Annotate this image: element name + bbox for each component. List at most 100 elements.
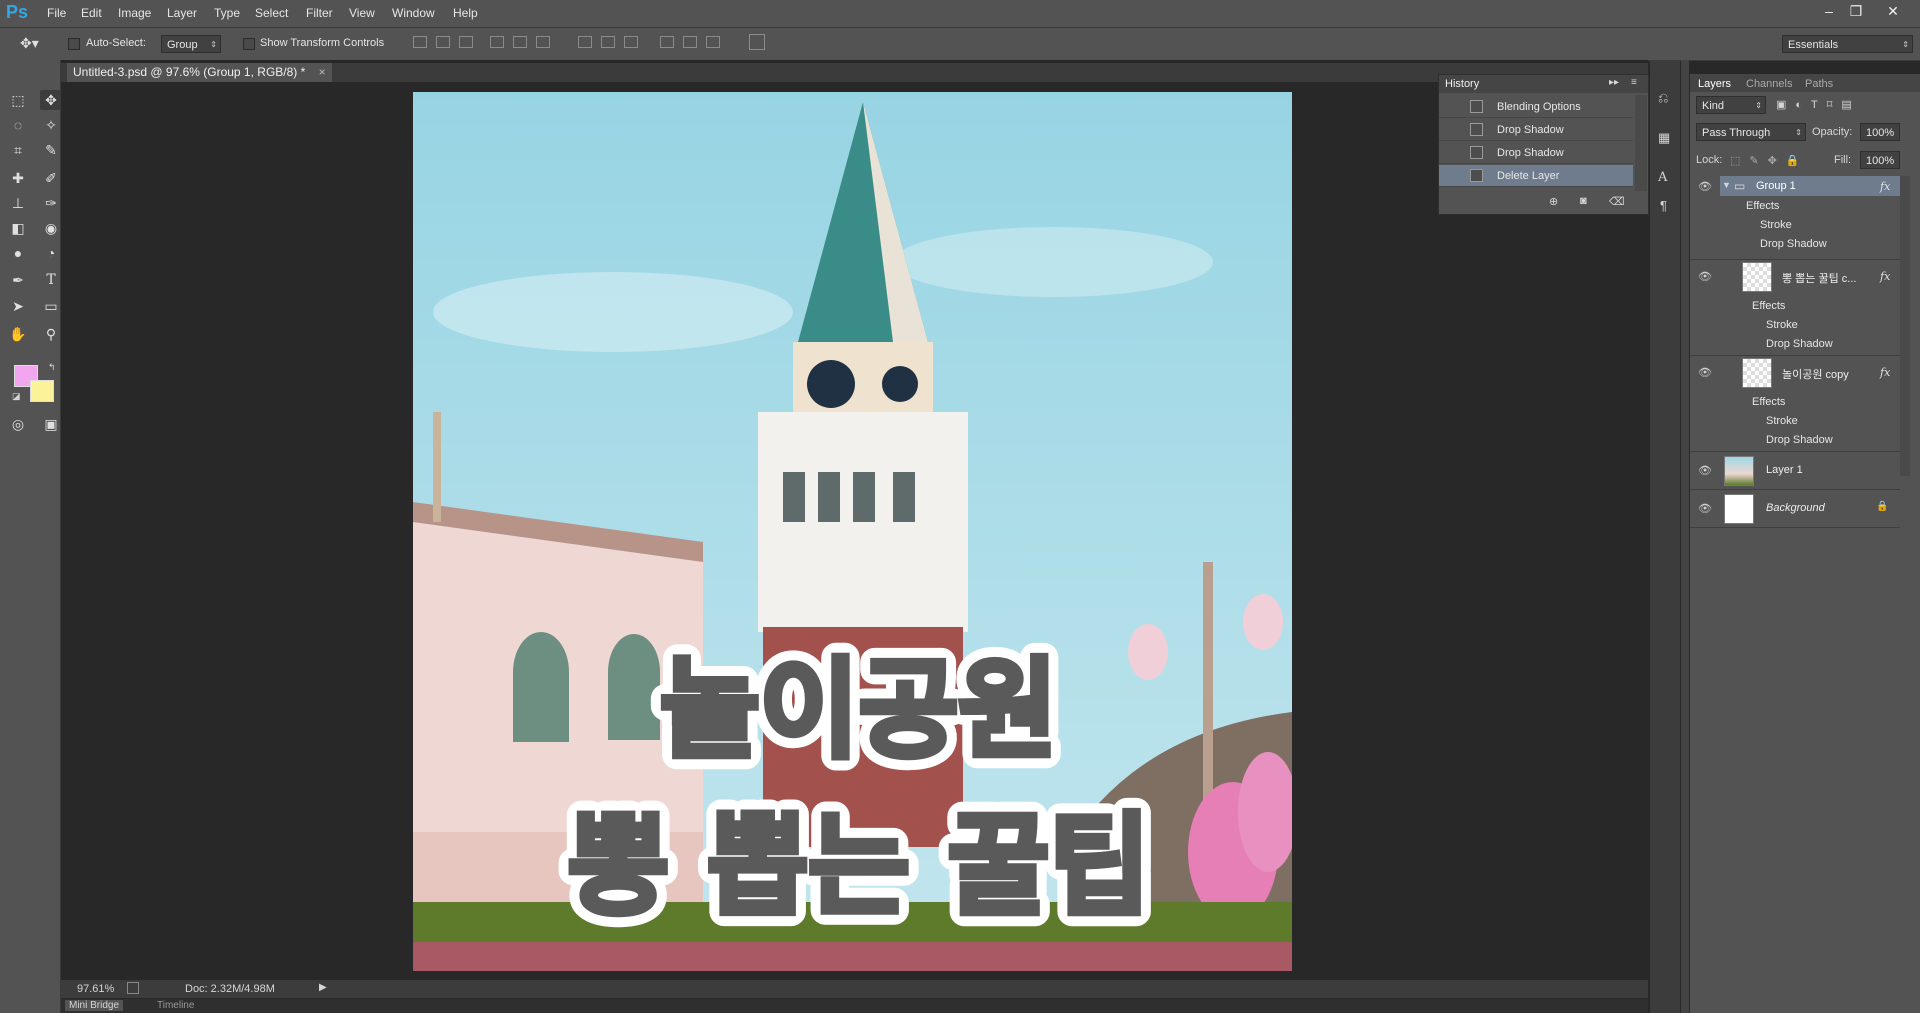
layer-name[interactable]: Layer 1: [1766, 464, 1803, 476]
paragraph-panel-icon[interactable]: ¶: [1660, 198, 1667, 213]
trash-icon[interactable]: ⌫: [1609, 195, 1625, 208]
marquee-icon[interactable]: ⬚: [7, 90, 29, 110]
effect-stroke[interactable]: Stroke: [1766, 319, 1798, 331]
hand-icon[interactable]: ✋: [7, 324, 29, 344]
pen-icon[interactable]: ✒: [7, 270, 29, 290]
opacity-input[interactable]: 100%: [1860, 123, 1900, 141]
menu-layer[interactable]: Layer: [167, 6, 197, 20]
layer-name[interactable]: 뽕 뽑는 꿀팁 c...: [1782, 270, 1856, 286]
restore-button[interactable]: ❐: [1843, 2, 1869, 20]
blur-icon[interactable]: ●: [7, 243, 29, 263]
layer-background[interactable]: 👁 Background 🔒: [1690, 490, 1900, 528]
history-item[interactable]: Blending Options: [1439, 96, 1633, 118]
history-panel-icon[interactable]: ⎌: [1658, 90, 1668, 106]
snapshot-icon[interactable]: ◙: [1580, 195, 1587, 207]
history-item[interactable]: Drop Shadow: [1439, 142, 1633, 164]
menu-view[interactable]: View: [349, 6, 375, 20]
path-select-icon[interactable]: ➤: [7, 296, 29, 316]
layer-image[interactable]: 👁 Layer 1: [1690, 452, 1900, 490]
menu-edit[interactable]: Edit: [81, 6, 102, 20]
fx-icon[interactable]: fx: [1880, 270, 1890, 283]
distribute-vcenter-icon[interactable]: [601, 36, 615, 48]
panel-menu-icon[interactable]: ≡: [1631, 77, 1637, 88]
effect-stroke[interactable]: Stroke: [1760, 219, 1792, 231]
lasso-icon[interactable]: ◌: [7, 115, 29, 135]
layer-name[interactable]: 놀이공원 copy: [1782, 366, 1849, 382]
properties-panel-icon[interactable]: ▦: [1658, 130, 1670, 146]
fill-input[interactable]: 100%: [1860, 151, 1900, 169]
history-item[interactable]: Delete Layer: [1439, 165, 1633, 187]
tab-timeline[interactable]: Timeline: [157, 1000, 194, 1011]
document-tab[interactable]: Untitled-3.psd @ 97.6% (Group 1, RGB/8) …: [67, 63, 332, 82]
blend-mode-dropdown[interactable]: Pass Through ⇕: [1696, 123, 1806, 141]
align-top-icon[interactable]: [413, 36, 427, 48]
layer-name[interactable]: Group 1: [1756, 180, 1796, 192]
align-vcenter-icon[interactable]: [436, 36, 450, 48]
type-icon[interactable]: T: [40, 270, 62, 290]
effect-drop-shadow[interactable]: Drop Shadow: [1766, 434, 1833, 446]
history-scrollbar[interactable]: [1635, 95, 1647, 191]
menu-window[interactable]: Window: [392, 6, 435, 20]
layer-text-park[interactable]: 👁 놀이공원 copy fx Effects Stroke Drop Shado…: [1690, 356, 1900, 452]
eye-icon[interactable]: 👁: [1698, 464, 1712, 477]
distribute-top-icon[interactable]: [578, 36, 592, 48]
swap-colors-icon[interactable]: ↰: [48, 362, 56, 373]
collapse-panel-icon[interactable]: ▸▸: [1609, 77, 1619, 88]
distribute-bottom-icon[interactable]: [624, 36, 638, 48]
menu-select[interactable]: Select: [255, 6, 288, 20]
lock-icon[interactable]: ⬚✎✥🔒: [1730, 154, 1809, 167]
zoom-icon[interactable]: ⚲: [40, 324, 62, 344]
quick-mask-icon[interactable]: ◎: [7, 414, 29, 434]
close-document-icon[interactable]: ×: [319, 65, 326, 79]
zoom-level[interactable]: 97.61%: [77, 983, 114, 995]
menu-help[interactable]: Help: [453, 6, 478, 20]
paint-bucket-icon[interactable]: ◉: [40, 218, 62, 238]
auto-select-checkbox[interactable]: [68, 38, 80, 51]
tab-channels[interactable]: Channels: [1746, 78, 1792, 90]
expand-arrow-icon[interactable]: ▼: [1722, 180, 1731, 190]
tab-layers[interactable]: Layers: [1698, 78, 1731, 90]
fx-icon[interactable]: fx: [1880, 180, 1890, 193]
eye-icon[interactable]: 👁: [1698, 180, 1712, 193]
move-tool-preset-icon[interactable]: ✥▾: [20, 35, 39, 52]
show-transform-checkbox[interactable]: [243, 38, 255, 51]
distribute-hcenter-icon[interactable]: [683, 36, 697, 48]
tab-mini-bridge[interactable]: Mini Bridge: [65, 1000, 124, 1011]
menu-image[interactable]: Image: [118, 6, 151, 20]
clone-stamp-icon[interactable]: ⊥: [7, 193, 29, 213]
fx-icon[interactable]: fx: [1880, 366, 1890, 379]
rectangle-icon[interactable]: ▭: [40, 296, 62, 316]
history-item[interactable]: Drop Shadow: [1439, 119, 1633, 141]
effect-drop-shadow[interactable]: Drop Shadow: [1760, 238, 1827, 250]
align-right-icon[interactable]: [536, 36, 550, 48]
default-colors-icon[interactable]: ◪: [12, 391, 21, 402]
healing-brush-icon[interactable]: ✚: [7, 168, 29, 188]
auto-select-dropdown[interactable]: Group ⇕: [161, 35, 221, 53]
dodge-icon[interactable]: ◔: [40, 243, 62, 263]
menu-type[interactable]: Type: [214, 6, 240, 20]
background-color-swatch[interactable]: [30, 380, 54, 402]
tab-paths[interactable]: Paths: [1805, 78, 1833, 90]
menu-filter[interactable]: Filter: [306, 6, 333, 20]
screen-mode-icon[interactable]: ▣: [40, 414, 62, 434]
align-left-icon[interactable]: [490, 36, 504, 48]
menu-file[interactable]: File: [47, 6, 66, 20]
canvas[interactable]: 놀이공원 놀이공원 뽕 뽑는 꿀팁 뽕 뽑는 꿀팁: [413, 92, 1292, 971]
minimize-button[interactable]: –: [1816, 2, 1842, 20]
history-title[interactable]: History: [1445, 78, 1479, 90]
align-bottom-icon[interactable]: [459, 36, 473, 48]
history-brush-icon[interactable]: ✑: [40, 193, 62, 213]
eye-icon[interactable]: 👁: [1698, 366, 1712, 379]
status-info-icon[interactable]: [127, 982, 139, 994]
auto-align-icon[interactable]: [749, 34, 765, 50]
move-tool-icon[interactable]: ✥: [40, 90, 62, 110]
effect-stroke[interactable]: Stroke: [1766, 415, 1798, 427]
crop-icon[interactable]: ⌗: [7, 140, 29, 160]
layers-scrollbar[interactable]: [1900, 176, 1910, 476]
effect-drop-shadow[interactable]: Drop Shadow: [1766, 338, 1833, 350]
layer-text-tip[interactable]: 👁 뽕 뽑는 꿀팁 c... fx Effects Stroke Drop Sh…: [1690, 260, 1900, 356]
filter-icons[interactable]: ▣◐T⌑▤: [1776, 98, 1861, 111]
eye-icon[interactable]: 👁: [1698, 270, 1712, 283]
eyedropper-icon[interactable]: ✎: [40, 140, 62, 160]
distribute-left-icon[interactable]: [660, 36, 674, 48]
